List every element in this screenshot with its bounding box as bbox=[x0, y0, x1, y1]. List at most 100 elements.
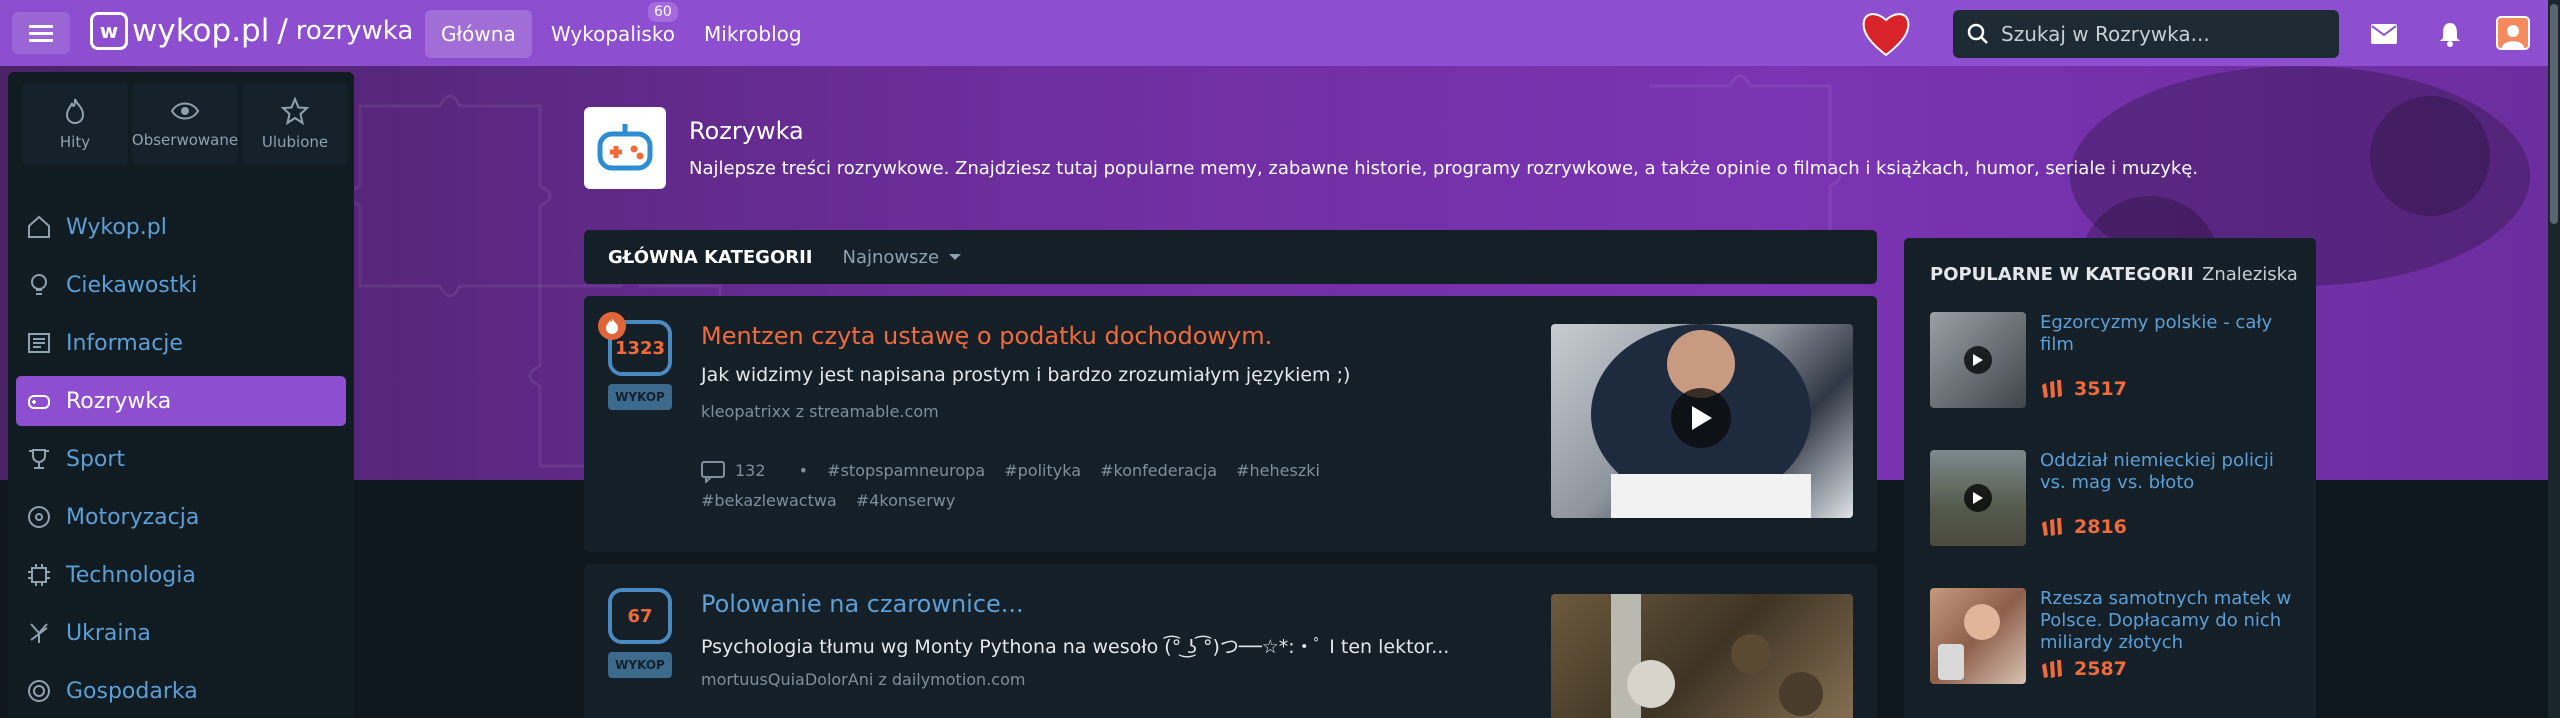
sidebar-item-wykop[interactable]: Wykop.pl bbox=[16, 202, 346, 252]
comments-link[interactable]: 132 bbox=[701, 460, 785, 484]
sidebar-item-label: Ciekawostki bbox=[66, 272, 198, 298]
category-icon bbox=[584, 107, 666, 189]
newspaper-icon bbox=[28, 333, 50, 353]
popular-title[interactable]: Rzesza samotnych matek w Polsce. Dopłaca… bbox=[2040, 588, 2300, 654]
notifications-button[interactable] bbox=[2434, 18, 2466, 50]
sidebar-item-label: Gospodarka bbox=[66, 678, 198, 704]
popular-thumbnail[interactable] bbox=[1930, 312, 2026, 408]
section-name[interactable]: rozrywka bbox=[296, 16, 414, 46]
bell-icon bbox=[2440, 23, 2460, 47]
wykop-score-icon bbox=[2042, 660, 2062, 678]
flame-icon bbox=[65, 98, 85, 124]
play-button[interactable] bbox=[1964, 484, 1992, 512]
quick-hity-label: Hity bbox=[59, 133, 91, 151]
scrollbar-thumb[interactable] bbox=[2550, 4, 2558, 224]
sidebar-item-label: Motoryzacja bbox=[66, 504, 200, 530]
envelope-icon bbox=[2371, 24, 2397, 44]
post-meta: 132 • #stopspamneuropa #polityka #konfed… bbox=[701, 456, 1461, 516]
popular-item[interactable]: Oddział niemieckiej policji vs. mag vs. … bbox=[1930, 450, 2300, 546]
ukraine-icon bbox=[30, 623, 48, 643]
page-scrollbar[interactable] bbox=[2548, 0, 2560, 718]
sidebar-item-gospodarka[interactable]: Gospodarka bbox=[16, 666, 346, 716]
tag-link[interactable]: #stopspamneuropa bbox=[827, 461, 985, 480]
sort-dropdown[interactable]: Najnowsze bbox=[843, 247, 964, 268]
site-logo[interactable]: w wykop.pl / rozrywka bbox=[90, 12, 413, 50]
tab-znaleziska[interactable]: Znaleziska bbox=[2202, 264, 2298, 285]
tab-glowna-kategorii[interactable]: GŁÓWNA KATEGORII bbox=[608, 247, 813, 268]
sidebar-item-label: Technologia bbox=[66, 562, 196, 588]
popular-thumbnail[interactable] bbox=[1930, 450, 2026, 546]
tag-link[interactable]: #heheszki bbox=[1236, 461, 1320, 480]
popular-score-value: 3517 bbox=[2074, 378, 2127, 400]
category-menu: Wykop.pl Ciekawostki Informacje Rozrywka… bbox=[16, 202, 346, 718]
charity-heart-icon[interactable] bbox=[1860, 7, 1912, 59]
sidebar-item-technologia[interactable]: Technologia bbox=[16, 550, 346, 600]
post-description: Psychologia tłumu wg Monty Pythona na we… bbox=[701, 636, 1450, 658]
tag-link[interactable]: #konfederacja bbox=[1100, 461, 1217, 480]
post-thumbnail[interactable] bbox=[1551, 594, 1853, 718]
quick-ulubione-button[interactable]: Ulubione bbox=[242, 84, 348, 164]
post-title[interactable]: Polowanie na czarownice... bbox=[701, 590, 1024, 618]
popular-score-value: 2816 bbox=[2074, 516, 2127, 538]
messages-button[interactable] bbox=[2368, 18, 2400, 50]
sidebar-item-sport[interactable]: Sport bbox=[16, 434, 346, 484]
logo-separator: / bbox=[277, 13, 288, 49]
popular-score: 2587 bbox=[2040, 658, 2127, 680]
wykop-button[interactable]: WYKOP bbox=[608, 384, 672, 410]
sidebar-item-motoryzacja[interactable]: Motoryzacja bbox=[16, 492, 346, 542]
sidebar-item-label: Ukraina bbox=[66, 620, 151, 646]
post-description: Jak widzimy jest napisana prostym i bard… bbox=[701, 364, 1351, 386]
sidebar-item-label: Rozrywka bbox=[66, 388, 172, 414]
popular-item[interactable]: Egzorcyzmy polskie - cały film 3517 bbox=[1930, 312, 2300, 408]
popular-score: 2816 bbox=[2040, 516, 2127, 538]
nav-mikroblog[interactable]: Mikroblog bbox=[704, 10, 802, 58]
wykop-button[interactable]: WYKOP bbox=[608, 652, 672, 678]
menu-button[interactable] bbox=[12, 12, 70, 54]
play-button[interactable] bbox=[1964, 346, 1992, 374]
tag-link[interactable]: #4konserwy bbox=[856, 491, 956, 510]
sidebar-item-label: Informacje bbox=[66, 330, 183, 356]
sort-label: Najnowsze bbox=[842, 246, 940, 268]
tag-link[interactable]: #bekazlewactwa bbox=[701, 491, 837, 510]
play-button[interactable] bbox=[1671, 388, 1731, 448]
search-input[interactable] bbox=[2001, 22, 2321, 46]
wykop-score-icon bbox=[2042, 518, 2062, 536]
bulb-icon bbox=[31, 274, 47, 295]
quick-obserwowane-label: Obserwowane bbox=[131, 131, 239, 149]
post-card: 67 WYKOP Polowanie na czarownice... Psyc… bbox=[584, 564, 1877, 718]
logo-text: wykop.pl bbox=[132, 13, 270, 49]
user-silhouette-icon bbox=[2502, 25, 2524, 48]
post-thumbnail[interactable] bbox=[1551, 324, 1853, 518]
user-avatar[interactable] bbox=[2496, 16, 2530, 50]
popular-title[interactable]: Oddział niemieckiej policji vs. mag vs. … bbox=[2040, 450, 2300, 494]
gamepad-icon bbox=[28, 395, 50, 409]
tag-link[interactable]: #polityka bbox=[1004, 461, 1081, 480]
logo-mark-icon: w bbox=[90, 12, 128, 50]
sidebar-item-informacje[interactable]: Informacje bbox=[16, 318, 346, 368]
content-filter-bar: GŁÓWNA KATEGORII Najnowsze bbox=[584, 230, 1877, 284]
post-title[interactable]: Mentzen czyta ustawę o podatku dochodowy… bbox=[701, 322, 1272, 350]
sidebar-item-ciekawostki[interactable]: Ciekawostki bbox=[16, 260, 346, 310]
sidebar-item-label: Sport bbox=[66, 446, 126, 472]
play-icon bbox=[1973, 354, 1983, 366]
post-source[interactable]: mortuusQuiaDolorAni z dailymotion.com bbox=[701, 670, 1025, 689]
play-icon bbox=[1973, 492, 1983, 504]
post-source[interactable]: kleopatrixx z streamable.com bbox=[701, 402, 939, 421]
sidebar-item-ukraina[interactable]: Ukraina bbox=[16, 608, 346, 658]
meta-bullet: • bbox=[798, 461, 809, 480]
popular-title[interactable]: Egzorcyzmy polskie - cały film bbox=[2040, 312, 2300, 356]
wykop-score-icon bbox=[2042, 380, 2062, 398]
nav-glowna[interactable]: Główna bbox=[425, 10, 532, 58]
chip-icon bbox=[28, 564, 50, 586]
photo-image bbox=[1938, 604, 2000, 680]
eye-icon bbox=[170, 102, 200, 120]
popular-item[interactable]: Rzesza samotnych matek w Polsce. Dopłaca… bbox=[1930, 588, 2300, 684]
flame-icon bbox=[606, 318, 618, 334]
caret-down-icon bbox=[949, 254, 962, 260]
popular-thumbnail[interactable] bbox=[1930, 588, 2026, 684]
quick-obserwowane-button[interactable]: Obserwowane bbox=[132, 84, 238, 164]
quick-hity-button[interactable]: Hity bbox=[22, 84, 128, 164]
vote-count: 67 bbox=[608, 588, 672, 644]
search-box[interactable] bbox=[1953, 10, 2339, 58]
sidebar-item-rozrywka[interactable]: Rozrywka bbox=[16, 376, 346, 426]
